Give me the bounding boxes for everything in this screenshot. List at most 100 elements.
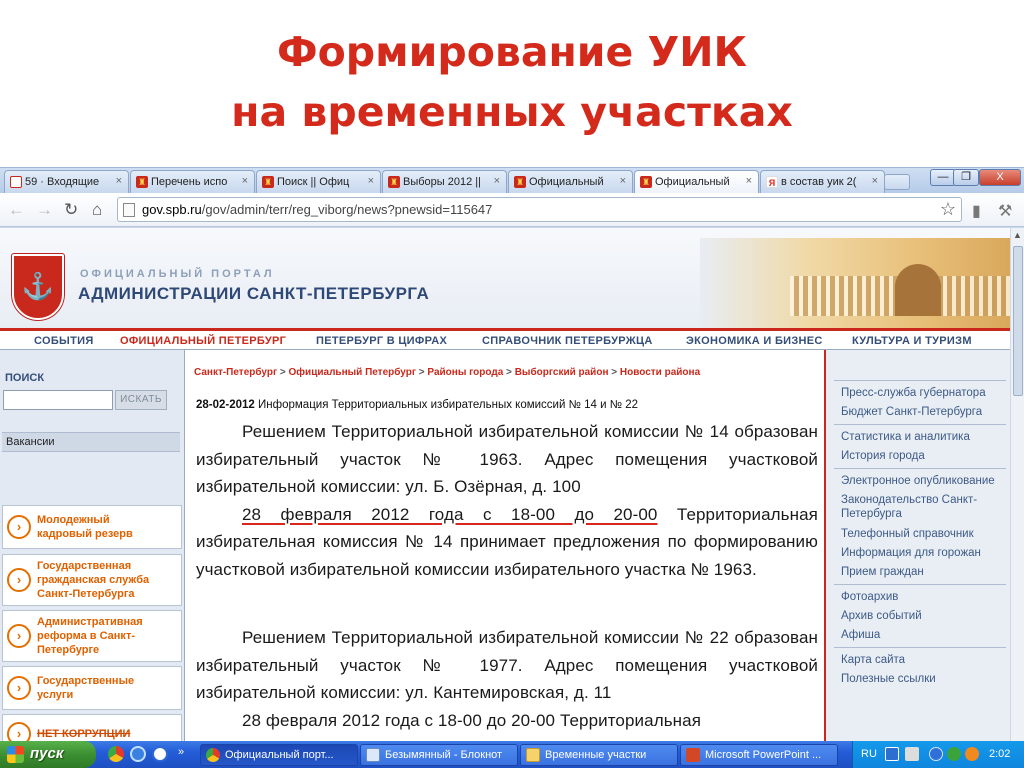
spb-crest-icon: ♜ <box>640 176 652 188</box>
ie-icon[interactable] <box>130 746 146 762</box>
task-chrome[interactable]: Официальный порт... <box>200 744 358 766</box>
arrow-right-icon: › <box>7 676 31 700</box>
news-header: 28-02-2012 Информация Территориальных из… <box>196 399 638 411</box>
task-powerpoint[interactable]: Microsoft PowerPoint ... <box>680 744 838 766</box>
vertical-scrollbar[interactable]: ▲ <box>1010 228 1024 741</box>
link-poster[interactable]: Афиша <box>841 628 880 642</box>
network-icon[interactable] <box>905 747 919 761</box>
nav-economy[interactable]: ЭКОНОМИКА И БИЗНЕС <box>686 335 823 347</box>
tab-official-1[interactable]: ♜ Официальный × <box>508 170 633 193</box>
forward-arrow-icon[interactable]: → <box>36 201 53 219</box>
reload-icon[interactable]: ↻ <box>64 201 78 219</box>
breadcrumb-item[interactable]: Санкт-Петербург <box>194 367 277 378</box>
mail-icon <box>10 176 22 188</box>
close-icon[interactable]: × <box>746 175 752 187</box>
back-icon[interactable] <box>929 747 943 761</box>
promo-label: Государственная гражданская служба Санкт-П… <box>37 560 150 600</box>
tab-label: Поиск || Офиц <box>277 176 350 188</box>
promo-admin-reform[interactable]: › Административная реформа в Санкт- Петерб… <box>2 610 182 662</box>
yandex-icon: Я <box>766 176 778 188</box>
help-icon[interactable] <box>885 747 899 761</box>
language-indicator[interactable]: RU <box>861 748 877 760</box>
settings-icon[interactable] <box>152 746 168 762</box>
scrollbar-thumb[interactable] <box>1013 246 1023 396</box>
nav-handbook[interactable]: СПРАВОЧНИК ПЕТЕРБУРЖЦА <box>482 335 653 347</box>
link-reception[interactable]: Прием граждан <box>841 565 924 579</box>
promo-label: Государственные услуги <box>37 675 135 701</box>
link-statistics[interactable]: Статистика и аналитика <box>841 430 970 444</box>
task-folder[interactable]: Временные участки <box>520 744 678 766</box>
portal-title[interactable]: АДМИНИСТРАЦИИ САНКТ-ПЕТЕРБУРГА <box>78 284 429 304</box>
close-icon[interactable]: × <box>872 175 878 187</box>
nav-culture[interactable]: КУЛЬТУРА И ТУРИЗМ <box>852 335 972 347</box>
system-tray: RU 2:02 <box>852 741 1024 768</box>
link-citizen-info[interactable]: Информация для горожан <box>841 546 981 560</box>
start-button[interactable]: пуск <box>0 741 96 768</box>
breadcrumb-item[interactable]: Районы города <box>427 367 503 378</box>
link-useful[interactable]: Полезные ссылки <box>841 672 936 686</box>
promo-label: НЕТ КОРРУПЦИИ <box>37 728 131 740</box>
link-legislation[interactable]: Законодательство Санкт- <box>841 493 977 507</box>
link-events-archive[interactable]: Архив событий <box>841 609 922 623</box>
link-press-service[interactable]: Пресс-служба губернатора <box>841 386 986 400</box>
search-button[interactable]: ИСКАТЬ <box>115 390 167 410</box>
link-legislation-cont[interactable]: Петербурга <box>841 507 902 521</box>
wrench-icon[interactable]: ⚒ <box>998 201 1012 221</box>
arrow-right-icon: › <box>7 515 31 539</box>
promo-civil-service[interactable]: › Государственная гражданская служба Санкт… <box>2 554 182 606</box>
expand-quicklaunch-icon[interactable]: » <box>178 746 184 758</box>
close-icon[interactable]: × <box>494 175 500 187</box>
promo-youth-reserve[interactable]: › Молодежный кадровый резерв <box>2 505 182 549</box>
breadcrumb: Санкт-Петербург > Официальный Петербург … <box>194 367 701 378</box>
breadcrumb-item[interactable]: Официальный Петербург <box>289 367 416 378</box>
scroll-up-icon[interactable]: ▲ <box>1013 230 1022 240</box>
tab-elections[interactable]: ♜ Выборы 2012 || × <box>382 170 507 193</box>
close-window-button[interactable]: X <box>979 169 1021 186</box>
link-city-history[interactable]: История города <box>841 449 925 463</box>
news-title: Информация Территориальных избирательных… <box>254 399 639 411</box>
news-content: Санкт-Петербург > Официальный Петербург … <box>184 350 826 741</box>
search-input[interactable] <box>3 390 113 410</box>
tab-official-active[interactable]: ♜ Официальный × <box>634 170 759 193</box>
new-tab-button[interactable] <box>884 174 910 190</box>
right-sidebar: Пресс-служба губернатора Бюджет Санкт-Пе… <box>826 350 1010 741</box>
tab-search[interactable]: ♜ Поиск || Офиц × <box>256 170 381 193</box>
news-paragraph-1: Решением Территориальной избирательной к… <box>196 422 818 579</box>
chrome-icon[interactable] <box>108 746 124 762</box>
shield-icon[interactable] <box>947 747 961 761</box>
update-icon[interactable] <box>965 747 979 761</box>
search-label: ПОИСК <box>5 372 45 384</box>
tab-yandex[interactable]: Я в состав уик 2( × <box>760 170 885 193</box>
signal-icon[interactable]: ▮ <box>972 201 981 221</box>
tab-inbox[interactable]: 59 · Входящие × <box>4 170 129 193</box>
link-phone-directory[interactable]: Телефонный справочник <box>841 527 974 541</box>
address-bar[interactable]: gov.spb.ru/gov/admin/terr/reg_viborg/new… <box>117 197 962 222</box>
close-icon[interactable]: × <box>116 175 122 187</box>
nav-events[interactable]: СОБЫТИЯ <box>34 335 94 347</box>
promo-public-services[interactable]: › Государственные услуги <box>2 666 182 710</box>
slide-title-line1: Формирование УИК <box>276 28 748 76</box>
vacancies-link[interactable]: Вакансии <box>2 432 180 452</box>
promo-no-corruption[interactable]: › НЕТ КОРРУПЦИИ <box>2 714 182 741</box>
bookmark-star-icon[interactable]: ☆ <box>940 199 956 220</box>
close-icon[interactable]: × <box>620 175 626 187</box>
arrow-right-icon: › <box>7 624 31 648</box>
nav-official-petersburg[interactable]: ОФИЦИАЛЬНЫЙ ПЕТЕРБУРГ <box>120 335 286 347</box>
close-icon[interactable]: × <box>242 175 248 187</box>
spb-coat-of-arms-logo[interactable]: ⚓ <box>12 254 64 320</box>
breadcrumb-item[interactable]: Выборгский район <box>515 367 609 378</box>
spb-crest-icon: ♜ <box>514 176 526 188</box>
link-budget[interactable]: Бюджет Санкт-Петербурга <box>841 405 982 419</box>
breadcrumb-item[interactable]: Новости района <box>620 367 700 378</box>
link-e-publication[interactable]: Электронное опубликование <box>841 474 995 488</box>
back-arrow-icon[interactable]: ← <box>8 201 25 219</box>
tab-list[interactable]: ♜ Перечень испо × <box>130 170 255 193</box>
link-photo-archive[interactable]: Фотоархив <box>841 590 898 604</box>
close-icon[interactable]: × <box>368 175 374 187</box>
home-icon[interactable]: ⌂ <box>92 201 102 219</box>
nav-petersburg-figures[interactable]: ПЕТЕРБУРГ В ЦИФРАХ <box>316 335 447 347</box>
maximize-button[interactable]: ❐ <box>953 169 979 186</box>
palace-square-banner <box>700 238 1010 328</box>
link-sitemap[interactable]: Карта сайта <box>841 653 905 667</box>
task-notepad[interactable]: Безымянный - Блокнот <box>360 744 518 766</box>
